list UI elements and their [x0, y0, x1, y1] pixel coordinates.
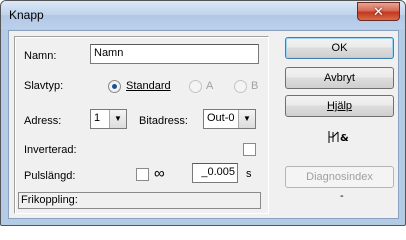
bitaddress-value: Out-0: [207, 112, 235, 124]
name-input[interactable]: Namn: [90, 44, 259, 64]
pulse-length-input[interactable]: _0.005: [192, 163, 238, 183]
help-button[interactable]: Hjälp: [285, 95, 394, 117]
ok-button[interactable]: OK: [285, 37, 394, 59]
radio-standard-label[interactable]: Standard: [126, 80, 171, 92]
close-icon: ✕: [373, 4, 384, 19]
svg-text:&: &: [340, 133, 349, 144]
status-field: Frikoppling:: [18, 192, 261, 209]
inverted-checkbox[interactable]: [243, 143, 256, 156]
name-input-value: Namn: [94, 47, 124, 59]
status-text: Frikoppling:: [21, 194, 78, 206]
diagnostics-value: -: [340, 190, 344, 202]
cancel-button[interactable]: Avbryt: [285, 67, 394, 89]
pulse-length-value: _0.005: [201, 166, 235, 178]
slavetype-label: Slavtyp:: [24, 80, 64, 92]
address-label: Adress:: [24, 115, 62, 127]
infinity-icon: ∞: [154, 165, 165, 182]
name-label: Namn:: [24, 50, 57, 62]
close-button[interactable]: ✕: [357, 2, 400, 21]
pulse-length-label: Pulslängd:: [24, 170, 76, 182]
address-value: 1: [94, 112, 101, 124]
chevron-down-icon[interactable]: ▼: [109, 110, 126, 128]
dialog-client-area: Namn: Namn Slavtyp: Standard A B Adress:…: [8, 30, 399, 219]
contact-symbol-icon: &: [328, 131, 349, 144]
infinite-pulse-checkbox[interactable]: [136, 168, 149, 181]
radio-standard[interactable]: [108, 80, 121, 93]
window-title: Knapp: [9, 8, 44, 22]
dialog-window: Knapp ✕ Namn: Namn Slavtyp: Standard A B…: [0, 0, 406, 226]
inverted-label: Inverterad:: [24, 144, 77, 156]
pulse-unit-label: s: [246, 168, 252, 180]
diagnostics-button[interactable]: Diagnosindex: [285, 166, 394, 188]
chevron-down-icon[interactable]: ▼: [238, 110, 255, 128]
radio-b[interactable]: [234, 80, 247, 93]
help-button-label: Hjälp: [326, 100, 353, 112]
radio-b-label: B: [251, 80, 259, 92]
cancel-button-label: Avbryt: [324, 72, 355, 84]
radio-a-label: A: [206, 80, 214, 92]
bitaddress-label: Bitadress:: [139, 115, 188, 127]
title-bar: Knapp ✕: [1, 1, 405, 29]
bitaddress-select[interactable]: Out-0 ▼: [203, 109, 256, 129]
ok-button-label: OK: [331, 42, 348, 54]
radio-a[interactable]: [189, 80, 202, 93]
address-select[interactable]: 1 ▼: [90, 109, 127, 129]
settings-panel: Namn: Namn Slavtyp: Standard A B Adress:…: [14, 36, 269, 214]
diagnostics-button-label: Diagnosindex: [306, 171, 373, 183]
